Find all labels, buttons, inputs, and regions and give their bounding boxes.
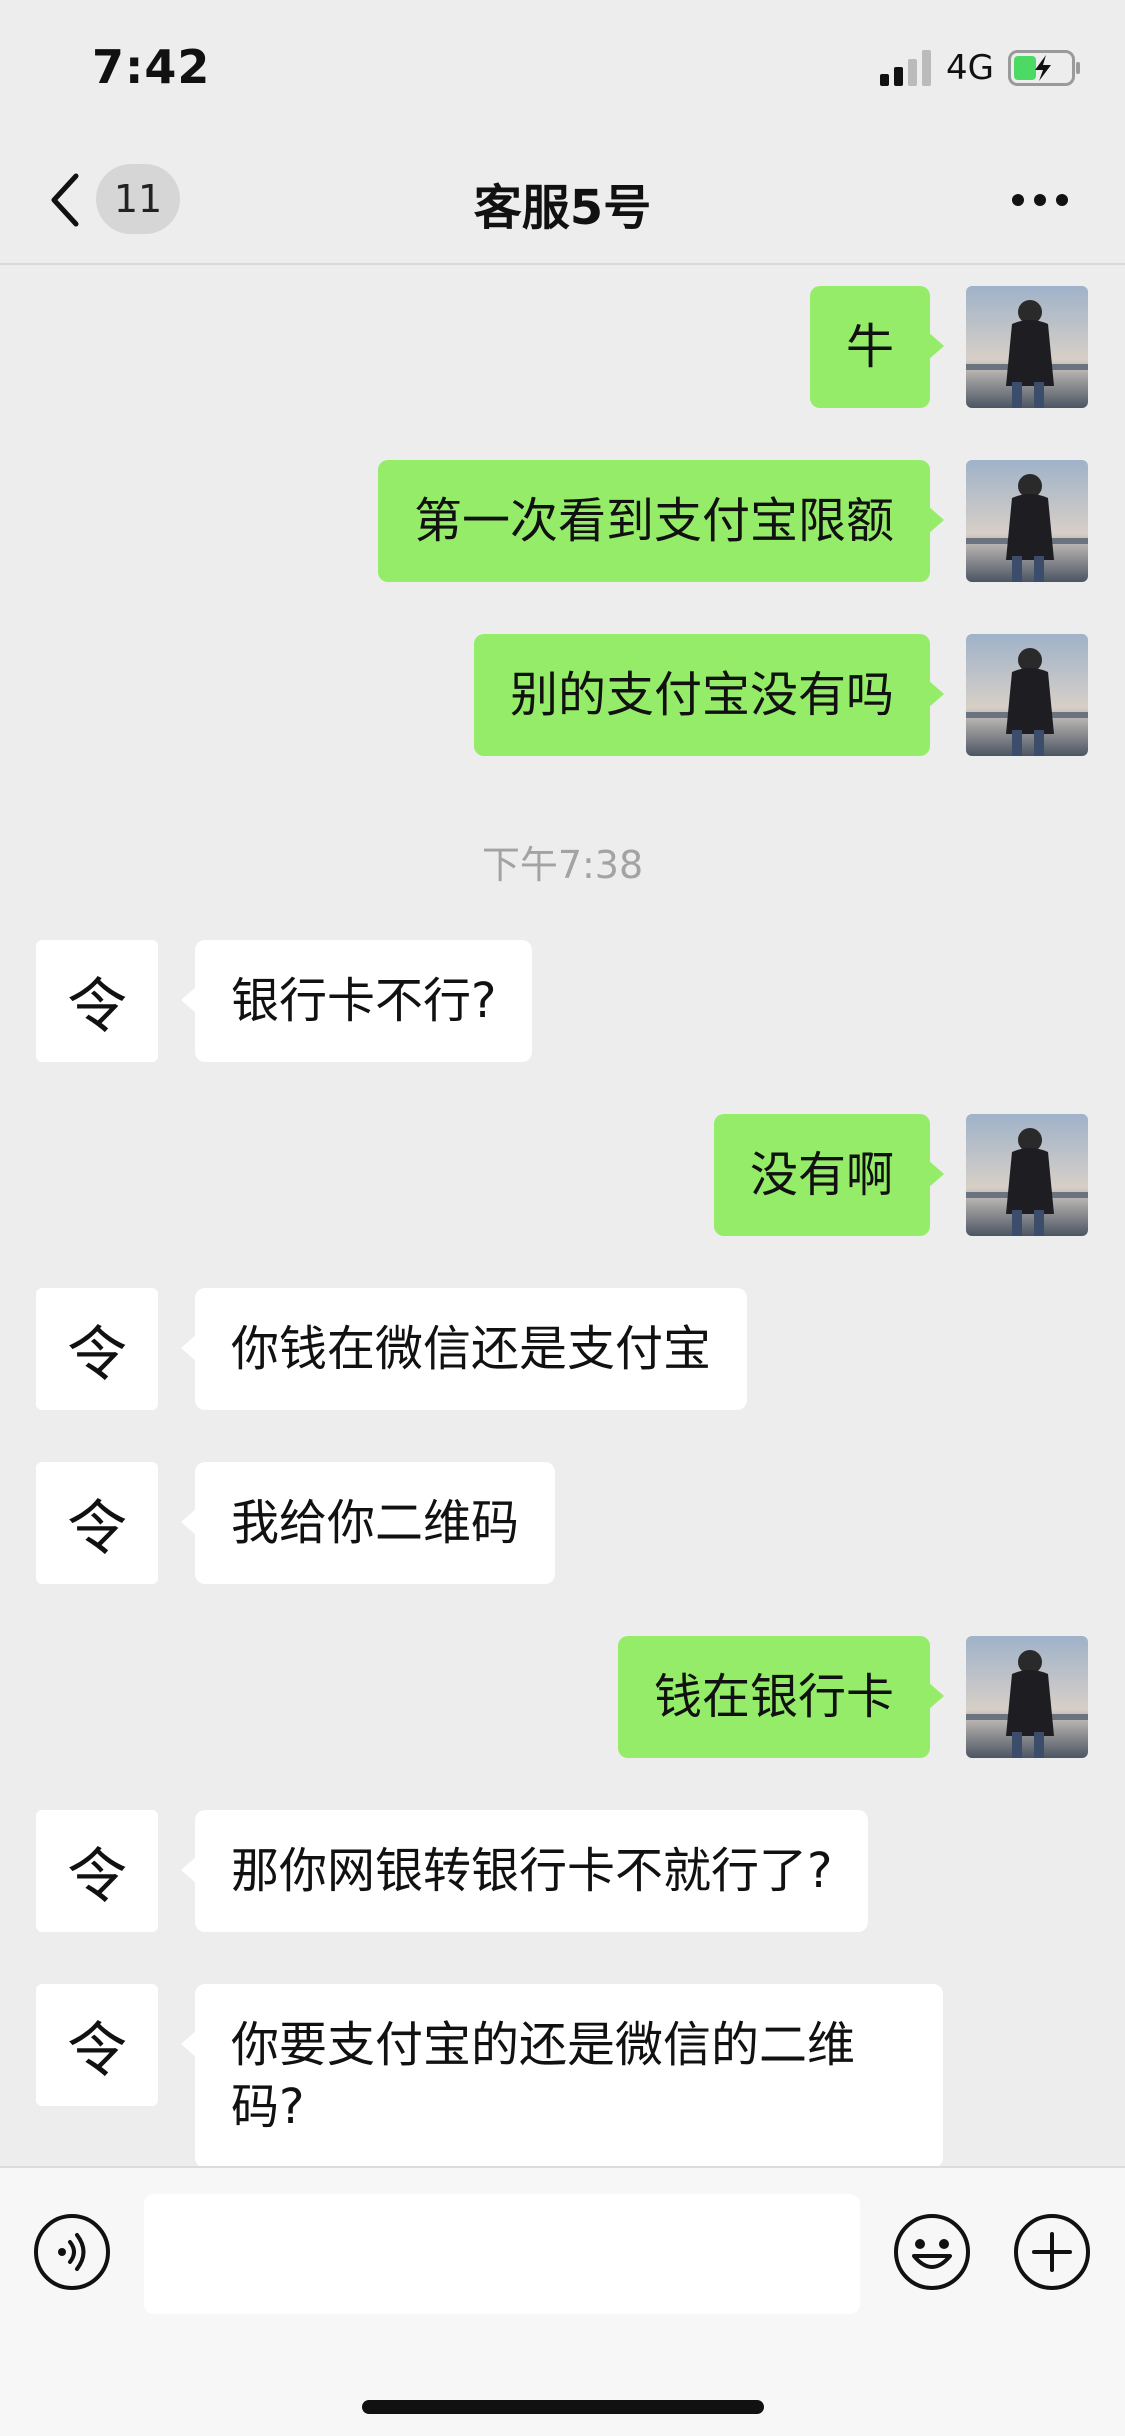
message-input[interactable] (144, 2194, 860, 2314)
user-avatar[interactable] (966, 460, 1088, 582)
message-bubble[interactable]: 银行卡不行? (180, 940, 533, 1062)
voice-icon[interactable] (32, 2212, 112, 2292)
plus-icon[interactable] (1012, 2212, 1092, 2292)
message-bubble[interactable]: 别的支付宝没有吗 (473, 634, 945, 756)
home-indicator (362, 2400, 764, 2414)
nav-bar: 11 客服5号 (0, 140, 1125, 265)
agent-avatar[interactable]: 令 (36, 1810, 158, 1932)
user-avatar[interactable] (966, 286, 1088, 408)
message-incoming: 令 你要支付宝的还是微信的二维码? (0, 1984, 1125, 2166)
status-time: 7:42 (92, 40, 211, 94)
message-outgoing: 牛 (0, 286, 1125, 408)
message-outgoing: 第一次看到支付宝限额 (0, 460, 1125, 582)
message-bubble[interactable]: 钱在银行卡 (617, 1636, 945, 1758)
message-bubble[interactable]: 那你网银转银行卡不就行了? (180, 1810, 869, 1932)
agent-avatar-glyph: 令 (67, 971, 127, 1042)
agent-avatar-glyph: 令 (67, 1493, 127, 1564)
message-incoming: 令 那你网银转银行卡不就行了? (0, 1810, 1125, 1932)
input-bar (0, 2166, 1125, 2436)
message-incoming: 令 银行卡不行? (0, 940, 1125, 1062)
message-bubble[interactable]: 我给你二维码 (180, 1462, 556, 1584)
agent-avatar[interactable]: 令 (36, 1288, 158, 1410)
message-bubble[interactable]: 你要支付宝的还是微信的二维码? (181, 1984, 943, 2166)
network-type: 4G (946, 48, 994, 88)
signal-icon (880, 50, 931, 86)
agent-avatar-glyph: 令 (67, 1841, 127, 1912)
message-list[interactable]: 牛 第一次看到支付宝限额 别的支付宝没有吗 下午7:38 令 银行卡不行? 没有… (0, 266, 1125, 2166)
message-outgoing: 钱在银行卡 (0, 1636, 1125, 1758)
user-avatar[interactable] (966, 1636, 1088, 1758)
emoji-icon[interactable] (892, 2212, 972, 2292)
message-outgoing: 别的支付宝没有吗 (0, 634, 1125, 756)
timestamp: 下午7:38 (481, 843, 644, 887)
agent-avatar[interactable]: 令 (36, 1984, 158, 2106)
message-incoming: 令 你钱在微信还是支付宝 (0, 1288, 1125, 1410)
user-avatar[interactable] (966, 634, 1088, 756)
message-bubble[interactable]: 牛 (809, 286, 945, 408)
more-icon[interactable] (1010, 180, 1070, 220)
status-bar: 7:42 4G (0, 0, 1125, 140)
agent-avatar-glyph: 令 (67, 1319, 127, 1390)
message-bubble[interactable]: 你钱在微信还是支付宝 (180, 1288, 748, 1410)
agent-avatar[interactable]: 令 (36, 1462, 158, 1584)
message-incoming: 令 我给你二维码 (0, 1462, 1125, 1584)
message-bubble[interactable]: 第一次看到支付宝限额 (377, 460, 945, 582)
agent-avatar-glyph: 令 (67, 2015, 127, 2086)
chat-title: 客服5号 (473, 180, 652, 236)
chat-screen: 7:42 4G 11 客服5号 牛 第一次看到支付宝限额 别的支付宝没有吗 下午… (0, 0, 1125, 2436)
user-avatar[interactable] (966, 1114, 1088, 1236)
battery-icon (1008, 50, 1080, 86)
message-bubble[interactable]: 没有啊 (713, 1114, 945, 1236)
message-outgoing: 没有啊 (0, 1114, 1125, 1236)
agent-avatar[interactable]: 令 (36, 940, 158, 1062)
